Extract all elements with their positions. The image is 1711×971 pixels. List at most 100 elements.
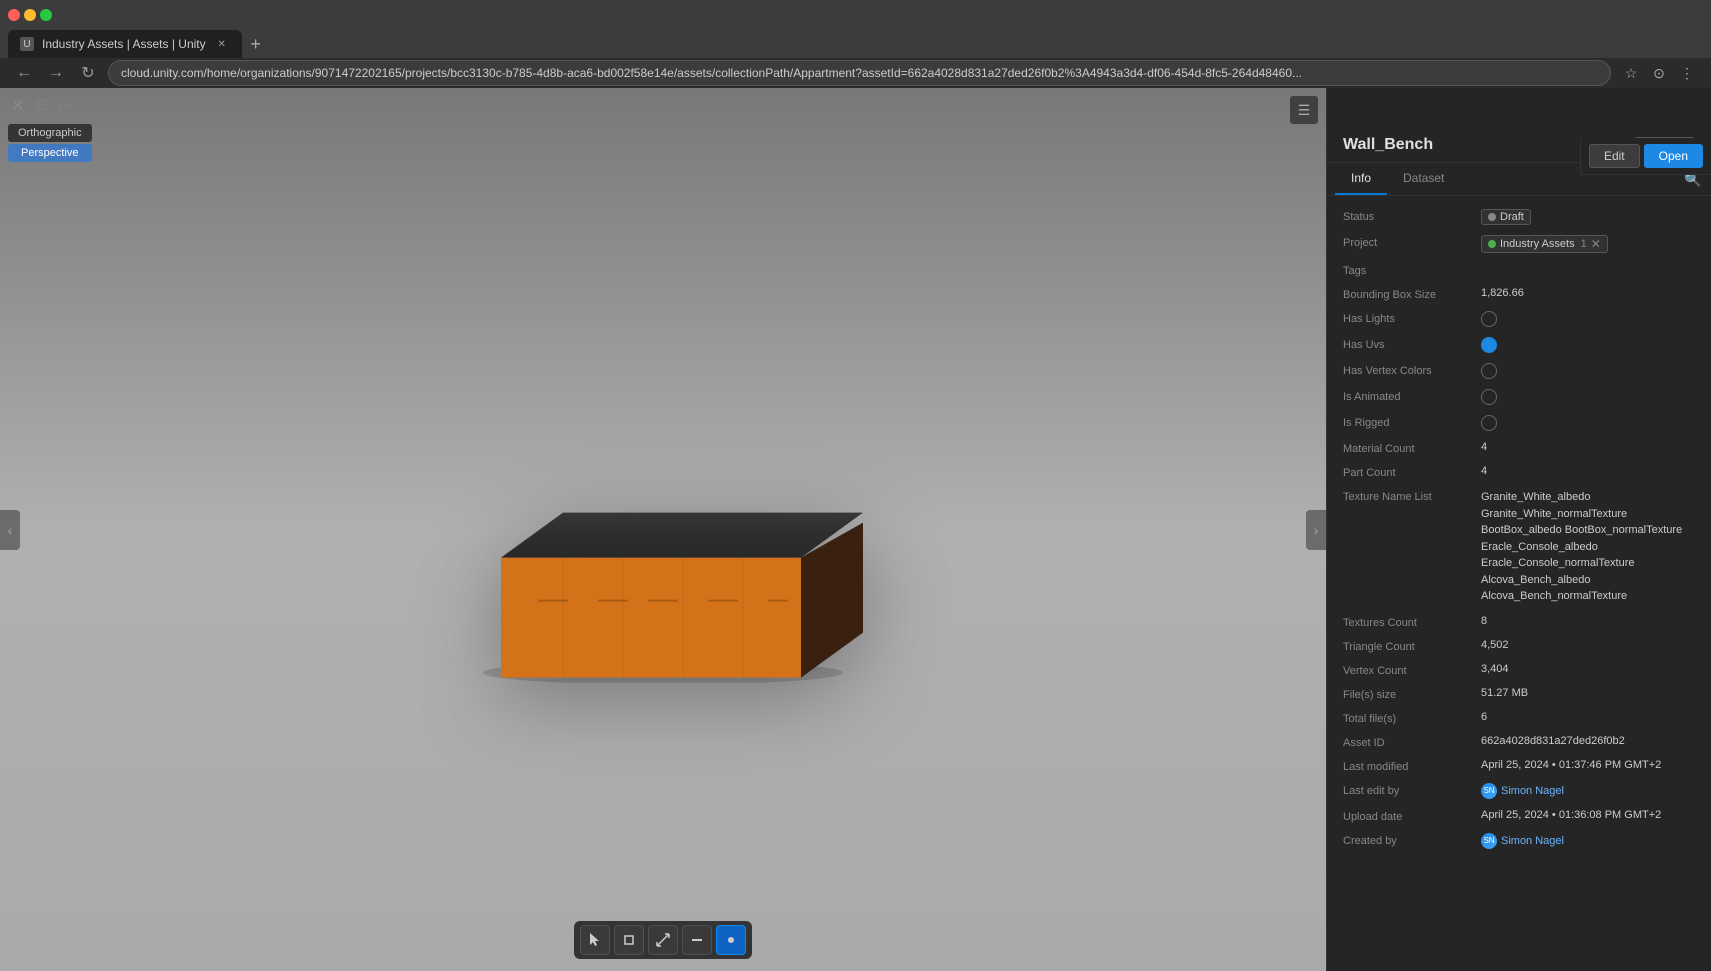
- viewport-toolbar: [574, 921, 752, 959]
- status-label: Status: [1343, 209, 1473, 223]
- has-lights-icon: [1481, 311, 1497, 327]
- upload-date-row: Upload date April 25, 2024 • 01:36:08 PM…: [1327, 804, 1711, 828]
- status-value: Draft: [1481, 209, 1531, 225]
- viewport-next-btn[interactable]: ›: [1306, 510, 1326, 550]
- last-edit-by-row: Last edit by SN Simon Nagel: [1327, 778, 1711, 804]
- textures-count-label: Textures Count: [1343, 615, 1473, 629]
- vertex-count-label: Vertex Count: [1343, 663, 1473, 677]
- nav-back-btn[interactable]: ←: [12, 61, 36, 85]
- vertex-count-row: Vertex Count 3,404: [1327, 658, 1711, 682]
- perspective-view-btn[interactable]: Perspective: [8, 144, 92, 162]
- nav-forward-btn[interactable]: →: [44, 61, 68, 85]
- edit-button[interactable]: Edit: [1589, 144, 1640, 168]
- browser-chrome: U Industry Assets | Assets | Unity ✕ + ←…: [0, 0, 1711, 88]
- panel-content: Status Draft Project Industry Assets 1: [1327, 196, 1711, 971]
- status-dot: [1488, 213, 1496, 221]
- settings-tool-btn[interactable]: [716, 925, 746, 955]
- bookmark-icon[interactable]: ☆: [1619, 61, 1643, 85]
- total-files-value: 6: [1481, 711, 1695, 723]
- project-label: Project: [1343, 235, 1473, 249]
- material-count-label: Material Count: [1343, 441, 1473, 455]
- tab-close-btn[interactable]: ✕: [214, 36, 230, 52]
- part-count-label: Part Count: [1343, 465, 1473, 479]
- bench-model: [443, 402, 883, 685]
- viewport-fullscreen-btn[interactable]: □: [32, 96, 52, 116]
- move-tool-btn[interactable]: [614, 925, 644, 955]
- has-uvs-icon: [1481, 337, 1497, 353]
- asset-id-value: 662a4028d831a27ded26f0b2: [1481, 735, 1695, 747]
- tags-row: Tags: [1327, 258, 1711, 282]
- browser-min-btn[interactable]: [24, 9, 36, 21]
- project-x-icon[interactable]: ✕: [1591, 237, 1601, 251]
- browser-window-controls: [8, 9, 52, 21]
- cursor-tool-btn[interactable]: [580, 925, 610, 955]
- tab-favicon: U: [20, 37, 34, 51]
- triangle-count-row: Triangle Count 4,502: [1327, 634, 1711, 658]
- part-count-value: 4: [1481, 465, 1695, 477]
- minus-btn[interactable]: [682, 925, 712, 955]
- browser-max-btn[interactable]: [40, 9, 52, 21]
- address-bar-row: ← → ↻ ☆ ⊙ ⋮: [0, 58, 1711, 88]
- viewport[interactable]: ✕ □ ··· Orthographic Perspective ☰ ‹: [0, 88, 1326, 971]
- profile-icon[interactable]: ⊙: [1647, 61, 1671, 85]
- bounding-box-value: 1,826.66: [1481, 287, 1695, 299]
- viewport-top-bar: ✕ □ ··· Orthographic Perspective ☰: [8, 96, 1318, 162]
- viewport-settings-btn[interactable]: ☰: [1290, 96, 1318, 124]
- file-size-label: File(s) size: [1343, 687, 1473, 701]
- is-rigged-label: Is Rigged: [1343, 415, 1473, 429]
- asset-id-row: Asset ID 662a4028d831a27ded26f0b2: [1327, 730, 1711, 754]
- tab-dataset[interactable]: Dataset: [1387, 163, 1460, 195]
- file-size-value: 51.27 MB: [1481, 687, 1695, 699]
- last-modified-row: Last modified April 25, 2024 • 01:37:46 …: [1327, 754, 1711, 778]
- last-modified-value: April 25, 2024 • 01:37:46 PM GMT+2: [1481, 759, 1695, 771]
- has-uvs-label: Has Uvs: [1343, 337, 1473, 351]
- new-tab-btn[interactable]: +: [242, 30, 270, 58]
- is-rigged-row: Is Rigged: [1327, 410, 1711, 436]
- viewport-prev-btn[interactable]: ‹: [0, 510, 20, 550]
- project-dot: [1488, 240, 1496, 248]
- tab-info[interactable]: Info: [1335, 163, 1387, 195]
- last-edit-name: Simon Nagel: [1501, 785, 1564, 797]
- created-by-avatar: SN: [1481, 833, 1497, 849]
- bounding-box-row: Bounding Box Size 1,826.66: [1327, 282, 1711, 306]
- orthographic-view-btn[interactable]: Orthographic: [8, 124, 92, 142]
- nav-reload-btn[interactable]: ↻: [76, 61, 100, 85]
- browser-close-btn[interactable]: [8, 9, 20, 21]
- browser-toolbar-icons: ☆ ⊙ ⋮: [1619, 61, 1699, 85]
- app-container: ✕ □ ··· Orthographic Perspective ☰ ‹: [0, 88, 1711, 971]
- is-animated-icon: [1481, 389, 1497, 405]
- active-tab[interactable]: U Industry Assets | Assets | Unity ✕: [8, 30, 242, 58]
- tab-title: Industry Assets | Assets | Unity: [42, 37, 206, 51]
- texture-name-list-row: Texture Name List Granite_White_albedo G…: [1327, 484, 1711, 610]
- tags-label: Tags: [1343, 263, 1473, 277]
- has-vertex-colors-icon: [1481, 363, 1497, 379]
- bench-svg: [443, 402, 883, 682]
- project-row: Project Industry Assets 1 ✕: [1327, 230, 1711, 258]
- viewport-close-btn[interactable]: ✕: [8, 96, 28, 116]
- extensions-icon[interactable]: ⋮: [1675, 61, 1699, 85]
- last-modified-label: Last modified: [1343, 759, 1473, 773]
- project-badge: Industry Assets 1 ✕: [1481, 235, 1608, 253]
- vertex-count-value: 3,404: [1481, 663, 1695, 675]
- open-button[interactable]: Open: [1644, 144, 1703, 168]
- address-input[interactable]: [108, 60, 1611, 86]
- scale-tool-btn[interactable]: [648, 925, 678, 955]
- texture-name-list-label: Texture Name List: [1343, 489, 1473, 503]
- last-edit-by-user: SN Simon Nagel: [1481, 783, 1564, 799]
- material-count-row: Material Count 4: [1327, 436, 1711, 460]
- created-by-name: Simon Nagel: [1501, 835, 1564, 847]
- right-panel: Wall_Bench 3D Model Info Dataset 🔍 Statu…: [1326, 88, 1711, 971]
- status-badge: Draft: [1481, 209, 1531, 225]
- tab-bar: U Industry Assets | Assets | Unity ✕ +: [0, 30, 1711, 58]
- last-edit-avatar: SN: [1481, 783, 1497, 799]
- has-uvs-row: Has Uvs: [1327, 332, 1711, 358]
- status-row: Status Draft: [1327, 204, 1711, 230]
- is-animated-label: Is Animated: [1343, 389, 1473, 403]
- part-count-row: Part Count 4: [1327, 460, 1711, 484]
- is-animated-row: Is Animated: [1327, 384, 1711, 410]
- view-mode-buttons: ✕ □ ··· Orthographic Perspective: [8, 96, 92, 162]
- upload-date-value: April 25, 2024 • 01:36:08 PM GMT+2: [1481, 809, 1695, 821]
- created-by-label: Created by: [1343, 833, 1473, 847]
- viewport-more-btn[interactable]: ···: [56, 96, 76, 116]
- is-rigged-icon: [1481, 415, 1497, 431]
